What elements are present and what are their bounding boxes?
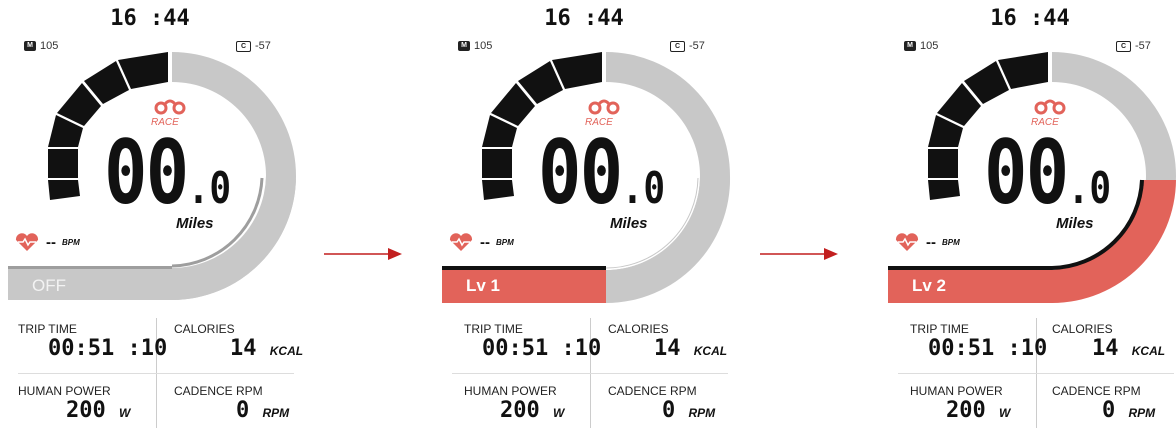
odometer: M 105 [24,40,58,52]
heart-icon [895,233,919,251]
temperature: C -57 [236,40,271,52]
trip-time: TRIP TIME 00:51 :10 [18,322,168,361]
cadence: CADENCE RPM 0 RPM [174,384,290,423]
distance-unit: Miles [610,215,648,232]
race-logo [1034,99,1066,115]
temperature: C -57 [670,40,705,52]
heart-rate: -- BPM [14,232,80,252]
odometer: M 105 [458,40,492,52]
calories: CALORIES 14 KCAL [1052,322,1166,361]
clock: 16 :44 [990,6,1070,31]
assist-level: Lv 1 [466,276,501,295]
heart-rate: -- BPM [894,232,960,252]
stats-grid: TRIP TIME 00:51 :10 CALORIES 14 KCAL HUM… [452,310,728,430]
assist-level: Lv 2 [912,276,947,295]
human-power: HUMAN POWER 200 W [464,384,565,423]
heart-icon [15,233,39,251]
human-power: HUMAN POWER 200 W [18,384,131,423]
stats-grid: TRIP TIME 00:51 :10 CALORIES 14 KCAL HUM… [898,310,1174,430]
distance-readout: 00.0 [984,121,1112,224]
trip-time: TRIP TIME 00:51 :10 [910,322,1048,361]
race-logo [154,99,186,115]
display-screen-lv1: 16 :44 M 105 C -57 RACE 00.0 Miles -- BP… [434,0,734,430]
c-icon: C [236,40,251,52]
arrow-right-icon [760,248,838,260]
m-icon: M [904,41,916,51]
heart-icon [449,233,473,251]
distance-unit: Miles [1056,215,1094,232]
m-icon: M [24,41,36,51]
heart-rate: -- BPM [448,232,514,252]
m-icon: M [458,41,470,51]
calories: CALORIES 14 KCAL [608,322,728,361]
trip-time: TRIP TIME 00:51 :10 [464,322,602,361]
c-icon: C [670,40,685,52]
c-icon: C [1116,40,1131,52]
cadence: CADENCE RPM 0 RPM [608,384,716,423]
distance-unit: Miles [176,215,214,232]
human-power: HUMAN POWER 200 W [910,384,1011,423]
display-screen-off: 16 :44 M 105 C -57 RACE 00.0 Miles -- BP… [0,0,303,430]
assist-level: OFF [32,276,66,295]
temperature: C -57 [1116,40,1151,52]
distance-readout: 00.0 [538,121,666,224]
stats-grid: TRIP TIME 00:51 :10 CALORIES 14 KCAL HUM… [18,310,303,430]
clock: 16 :44 [544,6,624,31]
display-screen-lv2: 16 :44 M 105 C -57 RACE 00.0 Miles -- BP… [880,0,1176,430]
odometer: M 105 [904,40,938,52]
arrow-right-icon [324,248,402,260]
calories: CALORIES 14 KCAL [174,322,304,361]
race-logo [588,99,620,115]
distance-readout: 00.0 [104,121,232,224]
clock: 16 :44 [110,6,190,31]
cadence: CADENCE RPM 0 RPM [1052,384,1156,423]
